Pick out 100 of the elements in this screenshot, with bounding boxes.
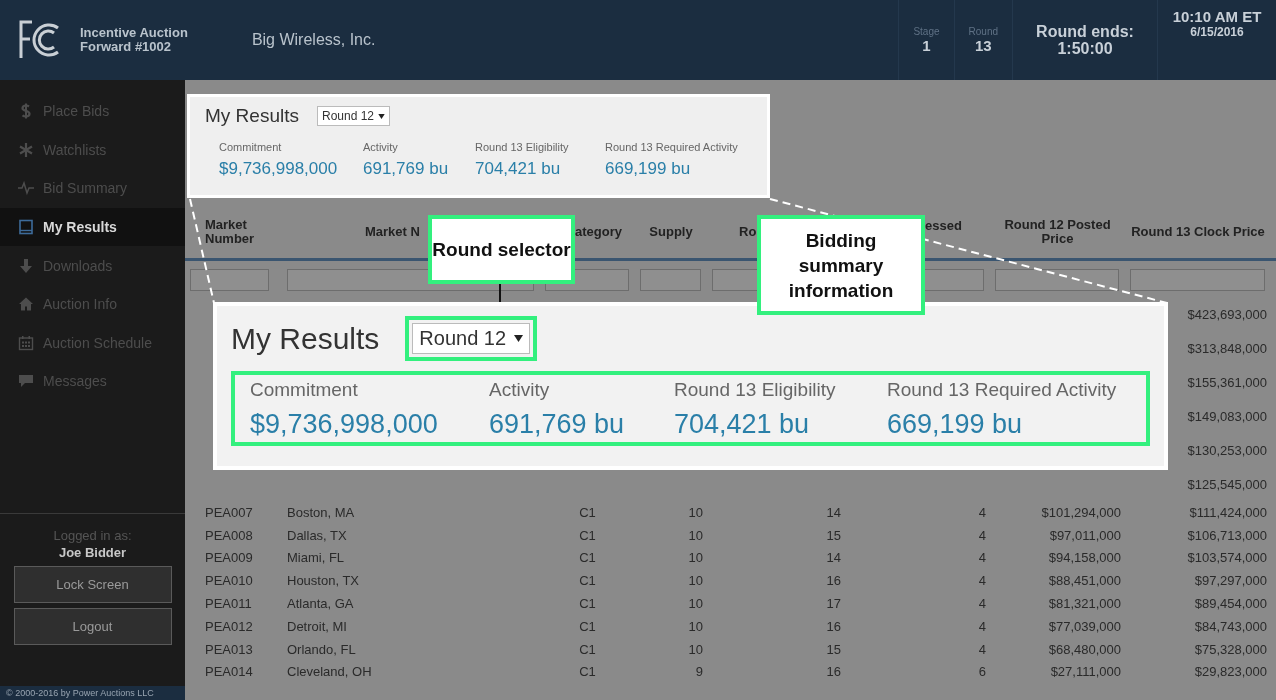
panel-title: My Results — [205, 105, 299, 127]
table-cell-text: $155,361,000 — [1186, 374, 1268, 390]
table-cell-text: C1 — [578, 550, 597, 566]
column-header: Supply — [649, 225, 693, 239]
table-cell-text: PEA013 — [204, 641, 254, 657]
table-cell-text: 10 — [687, 618, 704, 634]
callout-tooltip: Round selector — [428, 215, 575, 284]
round-ends-label: Round ends: — [1036, 23, 1134, 40]
table-cell-text: 4 — [977, 527, 987, 543]
copyright-footer: © 2000-2016 by Power Auctions LLC — [0, 686, 185, 700]
table-cell-text: $94,158,000 — [1047, 550, 1122, 566]
metric-value: 691,769 bu — [363, 159, 450, 179]
metric-value: 669,199 bu — [605, 159, 692, 179]
table-cell-text: 4 — [977, 550, 987, 566]
table-cell-text: C1 — [578, 573, 597, 589]
table-cell-text: Orlando, FL — [286, 641, 357, 657]
table-cell-text: $106,713,000 — [1186, 527, 1268, 543]
metric-label: Commitment — [250, 379, 359, 401]
column-header: Round 12 Posted Price — [1003, 218, 1112, 246]
table-cell-text: 10 — [687, 596, 704, 612]
column-header: Ro — [739, 225, 757, 239]
table-cell-text: 4 — [977, 596, 987, 612]
table-cell-text: PEA014 — [204, 664, 254, 680]
app-title: Incentive Auction — [80, 26, 188, 40]
metric-value: 669,199 bu — [887, 409, 1024, 440]
table-cell-text: PEA012 — [204, 618, 254, 634]
table-cell-text: 10 — [687, 550, 704, 566]
metric-label: Round 13 Eligibility — [674, 379, 837, 401]
table-cell-text: 4 — [977, 573, 987, 589]
table-cell-text: $77,039,000 — [1047, 618, 1122, 634]
table-cell-text: $111,424,000 — [1188, 504, 1268, 520]
table-cell-text: $89,454,000 — [1193, 596, 1268, 612]
table-cell-text: C1 — [578, 527, 597, 543]
table-cell-text: $125,545,000 — [1186, 476, 1268, 492]
table-cell-text: Detroit, MI — [286, 618, 348, 634]
table-cell-text: C1 — [578, 618, 597, 634]
table-cell-text: $81,321,000 — [1047, 596, 1122, 612]
app-title: Forward #1002 — [80, 40, 173, 54]
table-cell-text: $75,328,000 — [1193, 641, 1268, 657]
table-cell-text: $97,011,000 — [1048, 527, 1122, 543]
table-cell-text: $97,297,000 — [1193, 573, 1268, 589]
metric-value: $9,736,998,000 — [219, 159, 339, 179]
table-cell-text: 6 — [977, 664, 987, 680]
table-cell-text: 4 — [977, 641, 987, 657]
table-cell-text: $149,083,000 — [1186, 408, 1268, 424]
table-cell-text: 4 — [977, 618, 987, 634]
callout-tooltip: Bidding summary information — [757, 215, 925, 315]
table-cell-text: Houston, TX — [286, 573, 361, 589]
user-name: Joe Bidder — [58, 545, 127, 560]
table-cell-text: 15 — [825, 527, 842, 543]
table-cell-text: 14 — [825, 504, 842, 520]
table-cell-text: 17 — [825, 596, 842, 612]
clock-time: 10:10 AM ET — [1172, 8, 1262, 25]
table-cell-text: Boston, MA — [286, 504, 356, 520]
metric-value: 704,421 bu — [475, 159, 562, 179]
table-cell-text: PEA010 — [204, 573, 254, 589]
metric-label: Commitment — [219, 141, 283, 153]
metric-value: 704,421 bu — [674, 409, 811, 440]
table-cell-text: $68,480,000 — [1047, 641, 1122, 657]
column-header: Round 13 Clock Price — [1131, 225, 1265, 239]
table-cell-text: 16 — [825, 573, 842, 589]
column-header: Market Number — [205, 218, 256, 246]
table-cell-text: C1 — [578, 596, 597, 612]
stat-label: Stage — [913, 26, 940, 37]
table-cell-text: 10 — [687, 573, 704, 589]
table-cell-text: 10 — [687, 641, 704, 657]
column-header: essed — [925, 219, 962, 233]
round-ends-time: 1:50:00 — [1057, 40, 1113, 57]
table-cell-text: Dallas, TX — [286, 527, 348, 543]
table-cell-text: Atlanta, GA — [286, 596, 355, 612]
table-cell-text: 4 — [977, 504, 987, 520]
table-cell-text: $88,451,000 — [1047, 573, 1122, 589]
table-cell-text: C1 — [578, 664, 597, 680]
table-cell-text: $103,574,000 — [1186, 550, 1268, 566]
table-cell-text: Cleveland, OH — [286, 664, 373, 680]
table-cell-text: $29,823,000 — [1193, 664, 1268, 680]
stat-value: 13 — [974, 37, 992, 54]
table-cell-text: 9 — [694, 664, 704, 680]
table-cell-text: PEA009 — [204, 550, 254, 566]
table-cell-text: $27,111,000 — [1049, 664, 1122, 680]
panel-title: My Results — [231, 321, 380, 356]
metric-label: Round 13 Required Activity — [887, 379, 1118, 401]
table-cell-text: PEA008 — [204, 527, 254, 543]
table-cell-text: $130,253,000 — [1186, 442, 1268, 458]
table-cell-text: C1 — [578, 504, 597, 520]
stat-value: 1 — [922, 37, 931, 54]
metric-label: Activity — [489, 379, 551, 401]
table-cell-text: 10 — [687, 527, 704, 543]
table-cell-text: Miami, FL — [286, 550, 346, 566]
metric-label: Round 13 Required Activity — [605, 141, 739, 153]
table-cell-text: $101,294,000 — [1040, 504, 1122, 520]
table-cell-text: 15 — [825, 641, 842, 657]
column-header: ategory — [575, 225, 622, 239]
metric-label: Activity — [363, 141, 399, 153]
stat-label: Round — [968, 26, 998, 37]
metric-value: $9,736,998,000 — [250, 409, 439, 440]
table-cell-text: C1 — [578, 641, 597, 657]
clock-date: 6/15/2016 — [1190, 25, 1244, 39]
table-cell-text: PEA007 — [204, 504, 254, 520]
table-cell-text: 16 — [825, 618, 842, 634]
